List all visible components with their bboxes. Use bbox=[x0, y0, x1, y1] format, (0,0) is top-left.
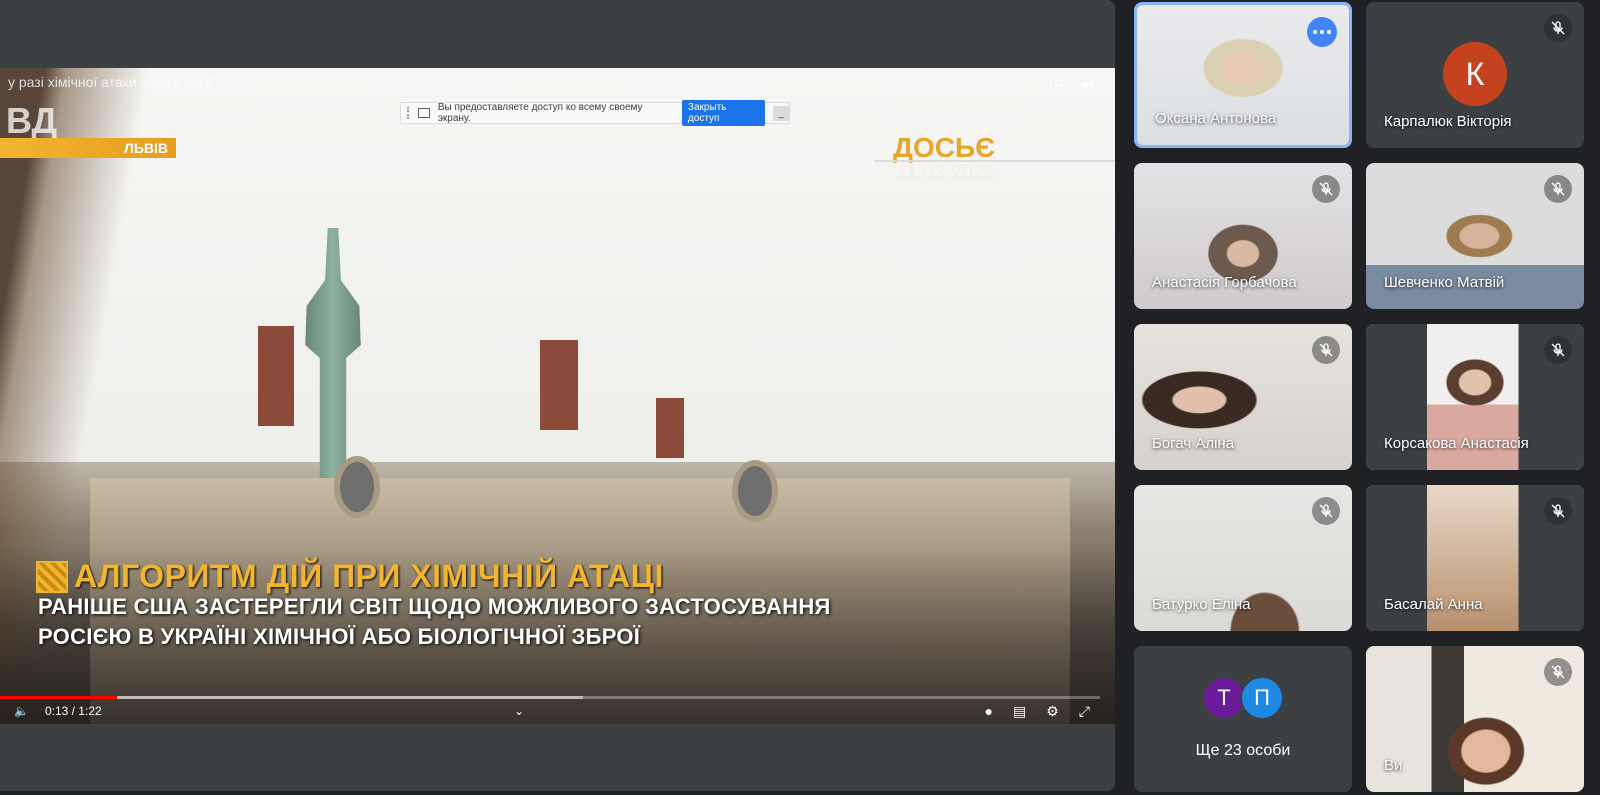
mic-off-icon bbox=[1544, 336, 1572, 364]
volume-icon[interactable]: 🔈 bbox=[14, 704, 29, 718]
participant-name: Оксана Антонова bbox=[1155, 110, 1277, 127]
participant-tile[interactable]: Шевченко Матвій bbox=[1366, 163, 1584, 309]
participant-name: Анастасія Горбачова bbox=[1152, 274, 1297, 291]
participant-tile[interactable]: Корсакова Анастасія bbox=[1366, 324, 1584, 470]
progress-fill bbox=[0, 696, 117, 699]
chevron-down-icon[interactable]: ⌄ bbox=[514, 704, 524, 718]
video-chimney bbox=[258, 326, 294, 426]
settings-gear-icon[interactable]: ⚙ bbox=[1046, 703, 1059, 720]
screen-share-presentation: у разі хімічної атаки з боку росії? ◷ ➦ … bbox=[0, 0, 1115, 791]
participant-name: Шевченко Матвій bbox=[1384, 274, 1505, 291]
mic-off-icon bbox=[1312, 175, 1340, 203]
more-options-button[interactable] bbox=[1307, 17, 1337, 47]
watch-later-icon[interactable]: ◷ bbox=[1048, 74, 1064, 95]
video-controls: 🔈 0:13 / 1:22 ⌄ ● ▤ ⚙ ⤢ bbox=[0, 696, 1115, 724]
progress-bar[interactable] bbox=[0, 696, 1100, 699]
hide-bar-button[interactable]: _ bbox=[773, 105, 789, 121]
share-message: Вы предоставляете доступ ко всему своему… bbox=[437, 102, 643, 124]
dossier-date: 11.03.2022 bbox=[896, 162, 995, 184]
headline-text: АЛГОРИТМ ДІЙ ПРИ ХІМІЧНІЙ АТАЦІ bbox=[74, 558, 664, 594]
more-dot-icon bbox=[1327, 30, 1331, 34]
mic-off-icon bbox=[1544, 658, 1572, 686]
participant-name: Богач Аліна bbox=[1152, 435, 1235, 452]
video-window bbox=[732, 460, 778, 522]
player-right-controls: ● ▤ ⚙ ⤢ bbox=[985, 703, 1090, 720]
screen-share-icon bbox=[417, 108, 430, 118]
participant-tile[interactable]: Богач Аліна bbox=[1134, 324, 1352, 470]
video-chimney bbox=[656, 398, 684, 458]
participant-name: Басалай Анна bbox=[1384, 596, 1483, 613]
share-arrow-icon[interactable]: ➦ bbox=[1080, 74, 1095, 95]
channel-logo: ВД bbox=[6, 100, 58, 141]
drag-handle-icon[interactable] bbox=[407, 107, 410, 119]
mic-off-icon bbox=[1544, 497, 1572, 525]
mic-off-icon bbox=[1312, 336, 1340, 364]
exit-fullscreen-icon[interactable]: ⤢ bbox=[1079, 703, 1090, 720]
mic-off-icon bbox=[1544, 175, 1572, 203]
autoplay-toggle-icon[interactable]: ● bbox=[985, 703, 993, 720]
controls-row: 🔈 0:13 / 1:22 ⌄ ● ▤ ⚙ ⤢ bbox=[14, 703, 1100, 720]
avatar: П bbox=[1240, 676, 1284, 720]
participant-tile[interactable]: Анастасія Горбачова bbox=[1134, 163, 1352, 309]
more-dot-icon bbox=[1313, 30, 1317, 34]
participant-tile[interactable]: Басалай Анна bbox=[1366, 485, 1584, 631]
meet-app: у разі хімічної атаки з боку росії? ◷ ➦ … bbox=[0, 0, 1600, 795]
video-headline: АЛГОРИТМ ДІЙ ПРИ ХІМІЧНІЙ АТАЦІ bbox=[36, 558, 664, 595]
participant-name: Батурко Еліна bbox=[1152, 596, 1251, 613]
avatar: К bbox=[1443, 42, 1507, 106]
video-subline-1: РАНІШЕ США ЗАСТЕРЕГЛИ СВІТ ЩОДО МОЖЛИВОГ… bbox=[38, 594, 831, 619]
subtitles-icon[interactable]: ▤ bbox=[1013, 703, 1026, 720]
self-view-tile[interactable]: Ви bbox=[1366, 646, 1584, 792]
video-chimney bbox=[540, 340, 578, 430]
mic-off-icon bbox=[1312, 497, 1340, 525]
screen-share-notification-bar: Вы предоставляете доступ ко всему своему… bbox=[400, 100, 790, 126]
participant-name: Карпалюк Вікторія bbox=[1384, 113, 1512, 130]
more-participants-label: Ще 23 особи bbox=[1195, 742, 1291, 759]
participant-tile[interactable]: К Карпалюк Вікторія bbox=[1366, 2, 1584, 148]
qr-code-icon bbox=[36, 560, 68, 593]
stop-sharing-button[interactable]: Закрыть доступ bbox=[681, 100, 766, 126]
participant-tile[interactable]: Батурко Еліна bbox=[1134, 485, 1352, 631]
more-dot-icon bbox=[1320, 30, 1324, 34]
channel-city-strip: ЛЬВІВ bbox=[0, 138, 176, 158]
participant-name: Ви bbox=[1384, 757, 1403, 774]
participant-name: Корсакова Анастасія bbox=[1384, 435, 1529, 452]
video-window bbox=[334, 456, 380, 518]
mic-off-icon bbox=[1544, 14, 1572, 42]
video-subline-2: РОСІЄЮ В УКРАЇНІ ХІМІЧНОЇ АБО БІОЛОГІЧНО… bbox=[38, 624, 641, 649]
playback-time: 0:13 / 1:22 bbox=[44, 704, 102, 718]
youtube-video-player[interactable]: у разі хімічної атаки з боку росії? ◷ ➦ … bbox=[0, 68, 1115, 724]
more-participants-tile[interactable]: Т П Ще 23 особи bbox=[1134, 646, 1352, 792]
video-top-icons: ◷ ➦ bbox=[1048, 74, 1095, 95]
participant-tile[interactable]: Оксана Антонова bbox=[1134, 2, 1352, 148]
video-title[interactable]: у разі хімічної атаки з боку росії? bbox=[8, 74, 221, 90]
